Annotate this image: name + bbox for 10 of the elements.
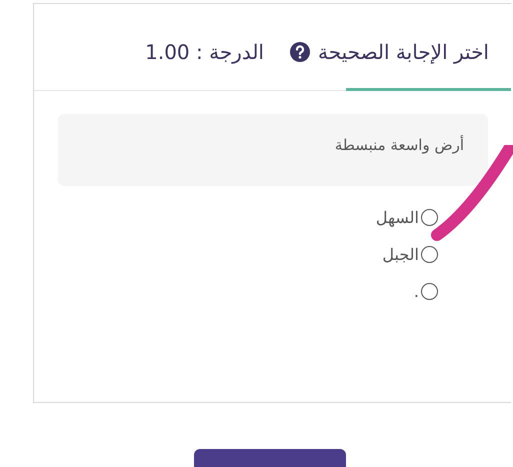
question-title: اختر الإجابة الصحيحة (318, 40, 489, 64)
option-label[interactable]: السهل (376, 208, 419, 227)
help-icon[interactable] (290, 42, 310, 62)
radio-button[interactable] (421, 283, 438, 300)
option-label[interactable]: . (414, 282, 419, 301)
radio-button[interactable] (421, 246, 438, 263)
option-label[interactable]: الجبل (382, 245, 419, 264)
grade-label: الدرجة : 1.00 (145, 40, 264, 64)
radio-button[interactable] (421, 209, 438, 226)
question-text: أرض واسعة منبسطة (58, 114, 488, 186)
